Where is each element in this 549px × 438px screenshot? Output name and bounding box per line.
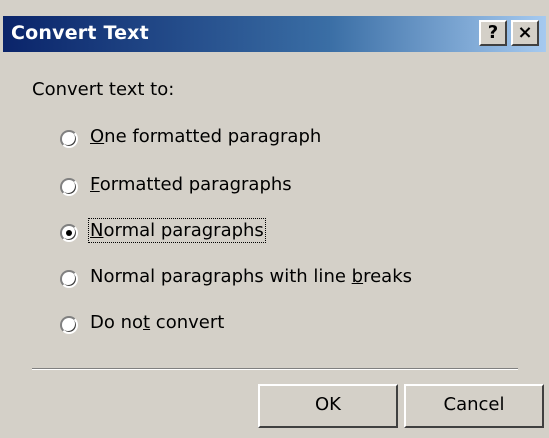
- separator: [32, 368, 518, 370]
- radio-button-selected[interactable]: [60, 224, 78, 242]
- option-label: Normal paragraphs with line breaks: [90, 266, 413, 287]
- radio-button[interactable]: [60, 130, 78, 148]
- option-label: Normal paragraphs: [88, 218, 266, 243]
- close-button[interactable]: ×: [511, 20, 539, 46]
- option-label: Do not convert: [90, 312, 225, 333]
- title-bar[interactable]: Convert Text ? ×: [3, 16, 546, 52]
- ok-button[interactable]: OK: [258, 384, 398, 428]
- convert-text-dialog: Convert Text ? × Convert text to: One fo…: [0, 0, 549, 438]
- cancel-button[interactable]: Cancel: [404, 384, 544, 428]
- option-label: Formatted paragraphs: [90, 174, 292, 195]
- radio-button[interactable]: [60, 316, 78, 334]
- window-title: Convert Text: [11, 22, 149, 44]
- radio-button[interactable]: [60, 270, 78, 288]
- radio-button[interactable]: [60, 178, 78, 196]
- option-label: One formatted paragraph: [90, 126, 322, 147]
- convert-text-to-label: Convert text to:: [32, 79, 175, 100]
- help-button[interactable]: ?: [479, 20, 507, 46]
